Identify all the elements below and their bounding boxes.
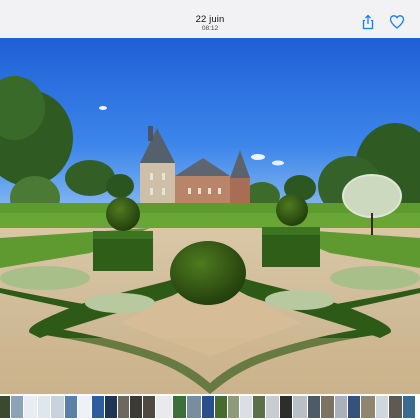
photo-thumbnail[interactable] bbox=[266, 396, 279, 418]
photo-thumbnail[interactable] bbox=[389, 396, 402, 418]
share-icon[interactable] bbox=[360, 14, 376, 30]
photo-thumbnail[interactable] bbox=[215, 396, 227, 418]
photo-thumbnail[interactable] bbox=[335, 396, 347, 418]
photo-thumbnail[interactable] bbox=[24, 396, 37, 418]
thumbnail-strip[interactable] bbox=[0, 394, 420, 420]
photo-thumbnail[interactable] bbox=[376, 396, 388, 418]
photo-thumbnail[interactable] bbox=[293, 396, 307, 418]
thumbnail-list[interactable] bbox=[0, 396, 415, 418]
photo-thumbnail[interactable] bbox=[240, 396, 252, 418]
photo-time: 08:12 bbox=[201, 25, 219, 32]
photo-thumbnail[interactable] bbox=[253, 396, 265, 418]
photo-thumbnail[interactable] bbox=[65, 396, 77, 418]
photo-thumbnail[interactable] bbox=[173, 396, 186, 418]
photo-thumbnail[interactable] bbox=[308, 396, 320, 418]
photo-thumbnail[interactable] bbox=[361, 396, 375, 418]
photo-thumbnail[interactable] bbox=[0, 396, 10, 418]
photo-thumbnail[interactable] bbox=[280, 396, 292, 418]
photo-thumbnail[interactable] bbox=[38, 396, 50, 418]
photo-thumbnail[interactable] bbox=[202, 396, 214, 418]
photo-thumbnail[interactable] bbox=[105, 396, 117, 418]
photo-thumbnail[interactable] bbox=[143, 396, 155, 418]
photo-thumbnail[interactable] bbox=[92, 396, 104, 418]
photo-thumbnail[interactable] bbox=[187, 396, 201, 418]
heart-icon[interactable] bbox=[389, 14, 405, 30]
photo-thumbnail[interactable] bbox=[118, 396, 129, 418]
photo-thumbnail[interactable] bbox=[228, 396, 239, 418]
photo-thumbnail[interactable] bbox=[130, 396, 142, 418]
photo-date: 22 juin bbox=[195, 14, 225, 25]
photo-viewer-header: 22 juin 08:12 bbox=[0, 0, 420, 38]
photo-thumbnail[interactable] bbox=[51, 396, 64, 418]
photo-thumbnail[interactable] bbox=[348, 396, 360, 418]
photo-thumbnail[interactable] bbox=[156, 396, 172, 418]
photo-thumbnail[interactable] bbox=[11, 396, 23, 418]
photo-thumbnail[interactable] bbox=[78, 396, 91, 418]
photo-thumbnail[interactable] bbox=[403, 396, 415, 418]
chateau-garden-photo[interactable] bbox=[0, 38, 420, 394]
photo-thumbnail[interactable] bbox=[321, 396, 334, 418]
